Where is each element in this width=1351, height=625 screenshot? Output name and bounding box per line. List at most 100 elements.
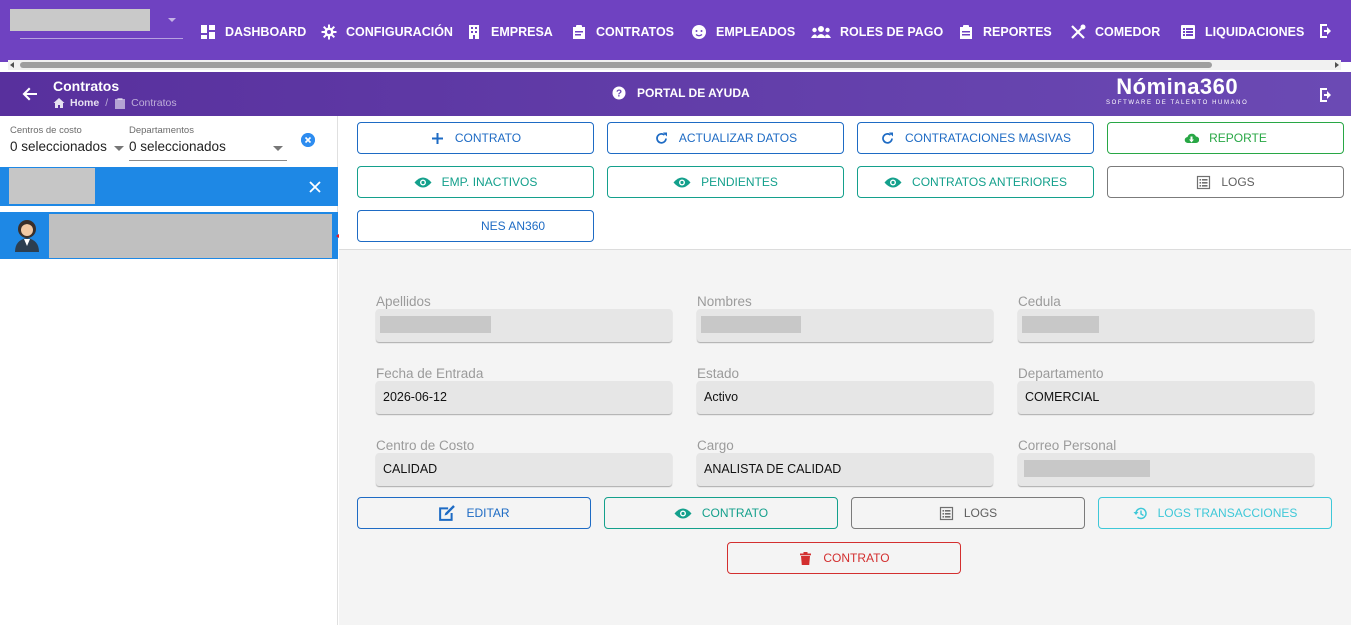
edit-icon <box>439 505 456 521</box>
previous-contracts-label: CONTRATOS ANTERIORES <box>912 175 1067 189</box>
view-contract-button[interactable]: CONTRATO <box>604 497 838 529</box>
actions-panel: CONTRATO ACTUALIZAR DATOS CONTRATACIONES… <box>339 116 1351 250</box>
logs-label: LOGS <box>1221 175 1255 189</box>
help-portal-link[interactable]: ? PORTAL DE AYUDA <box>612 86 750 100</box>
nav-empleados[interactable]: EMPLEADOS <box>691 20 795 44</box>
report-button[interactable]: REPORTE <box>1107 122 1344 154</box>
building-icon <box>469 25 479 39</box>
cost-center-filter[interactable]: Centros de costo 0 seleccionados <box>10 125 107 154</box>
fecha-entrada-label: Fecha de Entrada <box>376 366 484 381</box>
cost-center-value: 0 seleccionados <box>10 139 107 154</box>
nav-empresa[interactable]: EMPRESA <box>466 20 553 44</box>
redacted-value <box>1024 460 1150 477</box>
employee-list-item[interactable] <box>0 212 338 259</box>
nav-comedor[interactable]: COMEDOR <box>1070 20 1160 44</box>
an360-button[interactable]: NES AN360 <box>357 210 594 242</box>
employee-search-bar <box>0 167 338 206</box>
horizontal-scrollbar[interactable] <box>8 60 1341 70</box>
apellidos-field[interactable] <box>376 309 672 342</box>
mass-hiring-button[interactable]: CONTRATACIONES MASIVAS <box>857 122 1094 154</box>
estado-field[interactable]: Activo <box>697 381 993 414</box>
delete-contract-button[interactable]: CONTRATO <box>727 542 961 574</box>
nav-contratos[interactable]: CONTRATOS <box>571 20 674 44</box>
logout-icon[interactable] <box>1318 23 1334 39</box>
department-underline <box>129 160 287 161</box>
home-icon <box>53 98 65 108</box>
close-icon[interactable] <box>309 181 321 193</box>
avatar <box>15 220 39 252</box>
cost-center-label: Centros de costo <box>10 125 82 136</box>
cloud-download-icon <box>1184 133 1200 143</box>
cedula-label: Cedula <box>1018 294 1061 309</box>
department-filter[interactable]: Departamentos 0 seleccionados <box>129 125 226 154</box>
refresh-data-label: ACTUALIZAR DATOS <box>678 131 798 145</box>
new-contract-button[interactable]: CONTRATO <box>357 122 594 154</box>
refresh-icon <box>656 132 667 144</box>
nombres-field[interactable] <box>697 309 993 342</box>
users-icon <box>811 26 831 38</box>
dashboard-icon <box>201 25 215 39</box>
refresh-data-button[interactable]: ACTUALIZAR DATOS <box>607 122 844 154</box>
transaction-logs-button[interactable]: LOGS TRANSACCIONES <box>1098 497 1332 529</box>
nav-configuracion[interactable]: CONFIGURACIÓN <box>321 20 453 44</box>
nav-roles-de-pago[interactable]: ROLES DE PAGO <box>811 20 943 44</box>
fecha-entrada-field[interactable]: 2026-06-12 <box>376 381 672 414</box>
departamento-field[interactable]: COMERCIAL <box>1018 381 1314 414</box>
chevron-down-icon[interactable] <box>273 146 283 151</box>
scrollbar-thumb[interactable] <box>20 62 1212 68</box>
previous-contracts-button[interactable]: CONTRATOS ANTERIORES <box>857 166 1094 198</box>
utensils-icon <box>1071 24 1086 39</box>
employee-sidebar: Centros de costo 0 seleccionados Departa… <box>0 116 338 625</box>
new-contract-label: CONTRATO <box>454 131 522 145</box>
refresh-icon <box>882 132 893 144</box>
edit-button[interactable]: EDITAR <box>357 497 591 529</box>
employee-search-input[interactable] <box>9 168 95 204</box>
inactive-employees-button[interactable]: EMP. INACTIVOS <box>357 166 594 198</box>
nav-liquidaciones[interactable]: LIQUIDACIONES <box>1180 20 1304 44</box>
clipboard-icon <box>573 25 585 39</box>
trash-icon <box>800 551 812 565</box>
report-icon <box>960 25 972 39</box>
list-icon <box>1197 175 1211 189</box>
nav-roles-label: ROLES DE PAGO <box>840 25 944 39</box>
nav-reportes[interactable]: REPORTES <box>958 20 1052 44</box>
cedula-field[interactable] <box>1018 309 1314 342</box>
logout-icon[interactable] <box>1318 87 1334 103</box>
pending-button[interactable]: PENDIENTES <box>607 166 844 198</box>
an360-label: NES AN360 <box>481 219 546 233</box>
view-contract-label: CONTRATO <box>701 506 769 520</box>
contract-detail: Apellidos Nombres Cedula Fecha de Entrad… <box>339 250 1351 625</box>
edit-label: EDITAR <box>466 506 510 520</box>
breadcrumb-home[interactable]: Home <box>70 97 99 109</box>
breadcrumb-separator: / <box>105 97 109 109</box>
nombres-label: Nombres <box>697 294 752 309</box>
contract-logs-button[interactable]: LOGS <box>851 497 1085 529</box>
contract-logs-label: LOGS <box>963 506 998 520</box>
clear-filter-icon[interactable] <box>301 133 315 147</box>
nav-dashboard-label: DASHBOARD <box>225 25 307 39</box>
departamento-label: Departamento <box>1018 366 1104 381</box>
chevron-down-icon[interactable] <box>168 18 176 22</box>
department-value: 0 seleccionados <box>129 139 226 154</box>
logs-button[interactable]: LOGS <box>1107 166 1344 198</box>
cargo-field[interactable]: ANALISTA DE CALIDAD <box>697 453 993 486</box>
correo-personal-field[interactable] <box>1018 453 1314 486</box>
company-selector-underline <box>20 38 183 39</box>
breadcrumb: Home / Contratos <box>53 97 177 109</box>
history-icon <box>1133 507 1147 519</box>
nav-dashboard[interactable]: DASHBOARD <box>200 20 306 44</box>
report-label: REPORTE <box>1209 131 1267 145</box>
brand-name: Nómina360 <box>1116 74 1239 99</box>
chevron-down-icon[interactable] <box>114 146 124 151</box>
help-icon: ? <box>612 86 626 100</box>
back-arrow-icon[interactable] <box>22 86 38 102</box>
company-selector[interactable] <box>10 9 150 31</box>
nav-empleados-label: EMPLEADOS <box>716 25 796 39</box>
scroll-left-arrow-icon[interactable] <box>10 62 14 68</box>
redacted-value <box>1022 316 1099 333</box>
centro-costo-field[interactable]: CALIDAD <box>376 453 672 486</box>
eye-icon <box>673 177 691 187</box>
brand-logo: Nómina360 SOFTWARE DE TALENTO HUMANO <box>1106 75 1248 107</box>
scroll-right-arrow-icon[interactable] <box>1335 62 1339 68</box>
nav-contratos-label: CONTRATOS <box>596 25 675 39</box>
